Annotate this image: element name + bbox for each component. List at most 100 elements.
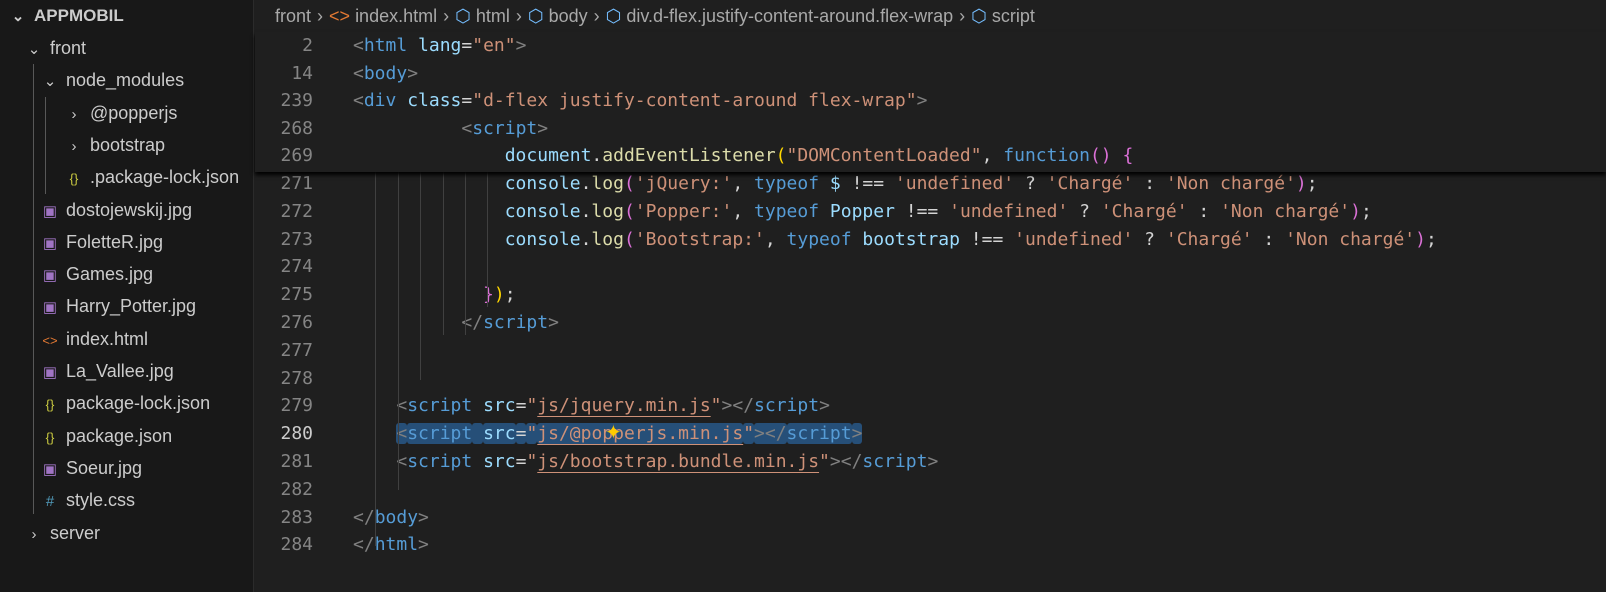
tree-item[interactable]: # style.css [40,484,135,516]
code-line[interactable]: 280 <script src="js/@popperjs.min.js"></… [255,420,863,448]
code-line[interactable]: 274 [255,253,353,281]
tree-item[interactable]: {} .package-lock.json [64,161,239,193]
code-line[interactable]: 269 document.addEventListener("DOMConten… [255,142,1133,170]
tree-item-label: dostojewskij.jpg [66,199,193,220]
tree-item[interactable]: ▣ FoletteR.jpg [40,226,163,258]
code-token: $ [829,173,841,194]
tree-item[interactable]: <> index.html [40,323,148,355]
code-line[interactable]: 284 </html> [255,531,428,559]
tree-item[interactable]: ▣ dostojewskij.jpg [40,194,192,226]
tree-item-label: bootstrap [90,134,166,155]
chevron-right-icon: › [71,137,77,155]
code-line[interactable]: 277 [255,337,353,365]
code-token: ? [1133,228,1166,250]
code-line[interactable]: 14 <body> [255,60,418,88]
code-token: "en" [472,35,516,56]
code-line[interactable]: 2 <html lang="en"> [255,32,526,60]
code-token: : [1187,200,1221,222]
code-line[interactable]: 282 [255,476,353,504]
code-token: lang [418,35,462,56]
chevron-right-icon: › [515,6,522,26]
code-line[interactable]: 268 <script> [255,115,548,143]
code-line[interactable]: 278 [255,365,353,393]
code-line[interactable]: 272 console.log('Popper:', typeof Popper… [255,198,1371,226]
code-token: > [515,35,527,56]
tree-item[interactable]: ▣ Games.jpg [40,258,153,290]
tree-item[interactable]: › @popperjs [64,97,178,129]
code-line[interactable]: 281 <script src="js/bootstrap.bundle.min… [255,448,938,476]
tree-item-label: @popperjs [90,102,178,123]
tree-item[interactable]: ⌄ front [24,32,86,64]
code-editor[interactable]: front › <> index.html › ⬡ html › ⬡ body › ⬡ div.… [255,0,1606,592]
code-token: } [483,284,494,306]
code-token: , [764,228,787,250]
code-line[interactable]: 276 </script> [255,309,558,337]
code-token: . [580,173,592,194]
explorer-root[interactable]: ⌄ APPMOBIL [8,0,124,32]
line-number: 239 [280,90,313,111]
code-token: script [754,395,820,417]
code-line[interactable]: 273 console.log('Bootstrap:', typeof boo… [255,226,1436,254]
chevron-down-icon: ⌄ [11,8,25,25]
code-token: { [1122,145,1134,166]
code-token: . [591,145,603,166]
code-line[interactable]: 283 </body> [255,504,428,532]
code-line[interactable]: 275 }); [255,281,515,309]
code-token: ( [623,228,635,250]
tree-item[interactable]: › server [24,517,101,549]
breadcrumb-item[interactable]: div.d-flex.justify-content-around.flex-w… [626,6,953,26]
breadcrumb-item[interactable]: front [275,6,311,26]
image-file-icon: ▣ [42,460,58,478]
code-token: ? [1014,173,1047,194]
line-number: 273 [280,228,313,250]
html-file-icon: <> [42,332,58,348]
breadcrumb-item[interactable]: index.html [355,6,437,26]
sparkle-icon[interactable]: ✦ [605,420,622,445]
code-token: 'Chargé' [1165,228,1253,250]
code-token: ></ [721,395,755,417]
code-token: Popper [829,200,895,222]
json-file-icon: {} [45,397,55,413]
symbol-icon: ⬡ [605,6,627,26]
code-line[interactable]: 239 <div class="d-flex justify-content-ar… [255,87,927,115]
tree-item-label: Games.jpg [66,264,154,285]
code-token: script [483,312,549,333]
code-token: , [732,200,755,222]
breadcrumb-item[interactable]: html [476,6,510,26]
code-token: console [504,228,581,250]
tree-item[interactable]: {} package.json [40,420,172,452]
code-token: html [374,534,419,556]
tree-item[interactable]: › bootstrap [64,129,166,161]
tree-item-label: La_Vallee.jpg [66,361,174,381]
tree-item[interactable]: ▣ Harry_Potter.jpg [40,290,196,322]
explorer-sidebar: ⌄ APPMOBIL ⌄ front ⌄ node_modules › @popperjs ›… [0,0,254,592]
image-file-icon: ▣ [42,234,58,252]
image-file-icon: ▣ [42,202,58,220]
code-token: ( [623,173,635,194]
code-token: script [407,395,473,417]
code-token: . [580,228,592,250]
code-token: " [526,395,538,417]
code-token: = [461,35,473,56]
line-number: 276 [280,312,313,333]
tree-item[interactable]: ⌄ node_modules [40,64,184,96]
code-token: . [580,200,592,222]
tree-item[interactable]: ▣ Soeur.jpg [40,452,142,484]
line-number: 2 [302,35,313,56]
tree-item-label: Harry_Potter.jpg [66,296,197,317]
tree-item[interactable]: {} package-lock.json [40,387,210,419]
code-line[interactable]: 271 console.log('jQuery:', typeof $ !== … [255,170,1317,198]
breadcrumb-item[interactable]: script [992,6,1035,26]
code-token: , [981,145,1004,166]
tree-item[interactable]: ▣ La_Vallee.jpg [40,355,174,387]
line-number: 279 [280,395,313,417]
code-line[interactable]: 279 <script src="js/jquery.min.js"></scr… [255,392,829,420]
breadcrumb-item[interactable]: body [549,6,588,26]
tree-item-label: Soeur.jpg [66,457,143,478]
